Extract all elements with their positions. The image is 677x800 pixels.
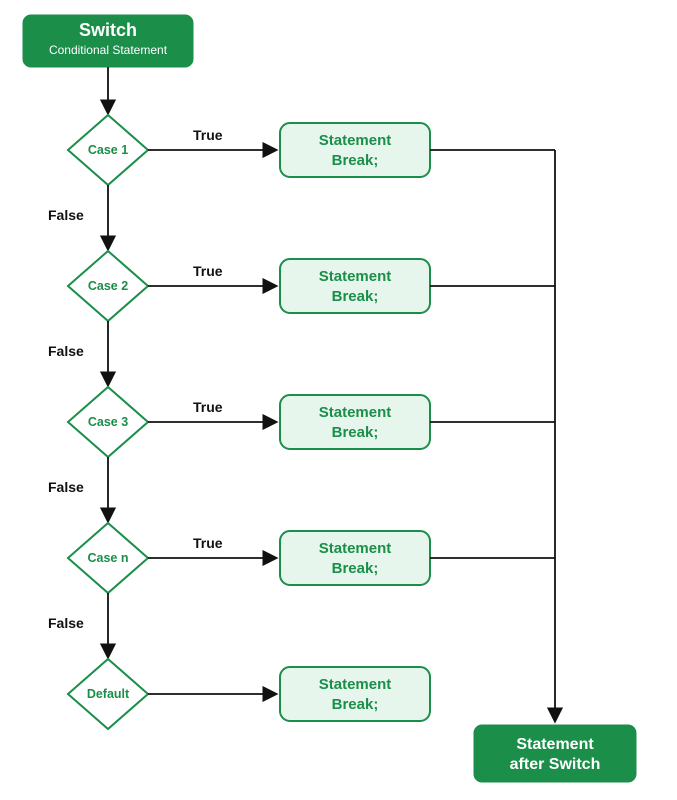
case-2-label: Case 2: [88, 279, 128, 293]
case-1-label: Case 1: [88, 143, 128, 157]
case-n-stmt-line1: Statement: [319, 540, 392, 557]
case-3-label: Case 3: [88, 415, 128, 429]
start-subtitle: Conditional Statement: [49, 43, 168, 57]
case-3-false-label: False: [48, 479, 84, 495]
case-2-true-label: True: [193, 263, 223, 279]
case-2-stmt-line1: Statement: [319, 268, 392, 285]
case-3-stmt-line2: Break;: [332, 424, 379, 441]
start-title: Switch: [79, 20, 137, 40]
default-stmt-line2: Break;: [332, 696, 379, 713]
default-stmt-line1: Statement: [319, 676, 392, 693]
default-label: Default: [87, 687, 130, 701]
case-n-stmt-line2: Break;: [332, 560, 379, 577]
case-n-label: Case n: [88, 551, 129, 565]
case-1-true-label: True: [193, 127, 223, 143]
end-line1: Statement: [516, 736, 594, 753]
case-1-false-label: False: [48, 207, 84, 223]
end-node: [474, 725, 636, 782]
case-2-stmt-line2: Break;: [332, 288, 379, 305]
end-line2: after Switch: [510, 756, 601, 773]
case-2-false-label: False: [48, 343, 84, 359]
case-n-true-label: True: [193, 535, 223, 551]
case-3-stmt-line1: Statement: [319, 404, 392, 421]
case-3-true-label: True: [193, 399, 223, 415]
case-1-stmt-line1: Statement: [319, 132, 392, 149]
case-1-stmt-line2: Break;: [332, 152, 379, 169]
case-n-false-label: False: [48, 615, 84, 631]
